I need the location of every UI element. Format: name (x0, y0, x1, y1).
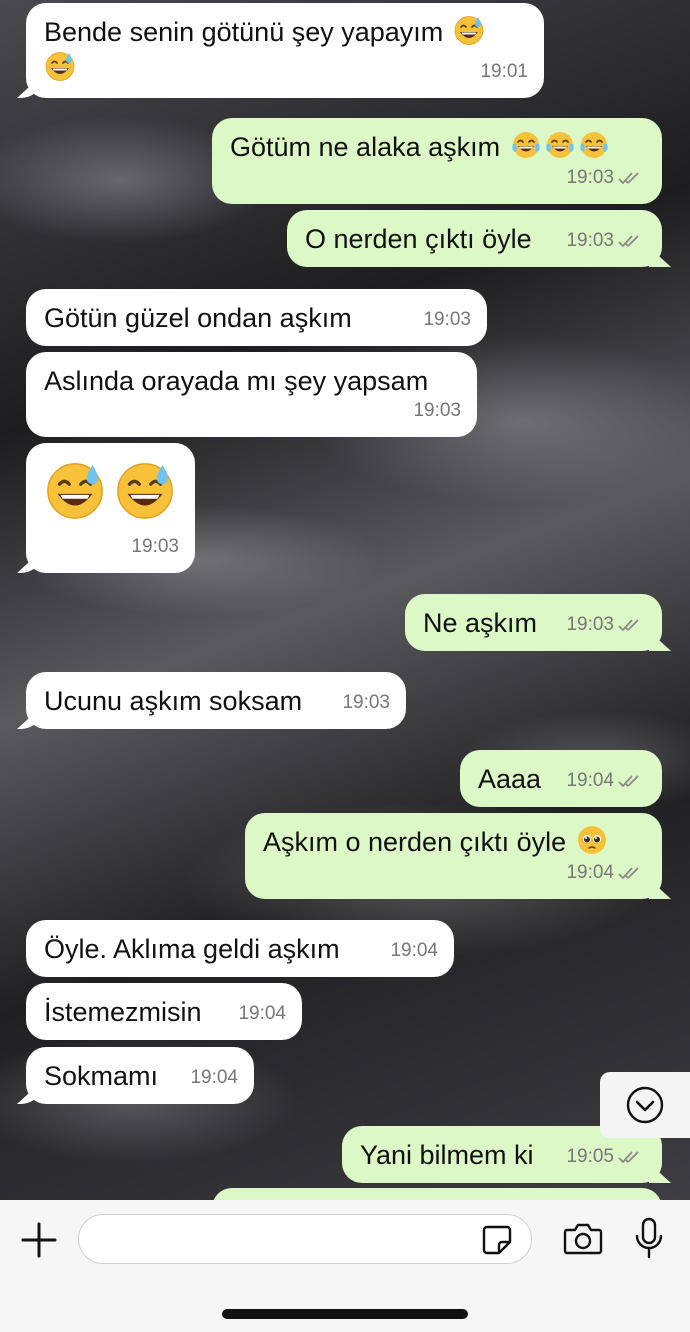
read-ticks-icon (618, 617, 646, 633)
message-time: 19:03 (423, 309, 471, 330)
message-time: 19:03 (566, 614, 614, 635)
message-time: 19:04 (238, 1003, 286, 1024)
message-outgoing[interactable]: O nerden çıktı öyle 19:03 (287, 210, 662, 267)
message-outgoing[interactable]: Ne aşkım 19:03 (405, 594, 662, 651)
plus-icon[interactable] (20, 1221, 58, 1259)
message-incoming[interactable]: Aslında orayada mı şey yapsam 19:03 (26, 352, 477, 437)
message-time: 19:03 (342, 692, 390, 713)
message-time: 19:03 (131, 536, 179, 557)
message-incoming[interactable]: Ucunu aşkım soksam 19:03 (26, 672, 406, 729)
message-text: Aşkım o nerden çıktı öyle (263, 827, 567, 857)
grinning-sweat-face-icon (44, 50, 76, 82)
message-input[interactable] (78, 1214, 532, 1264)
message-time: 19:04 (190, 1067, 238, 1088)
message-time: 19:04 (566, 862, 614, 883)
tears-of-joy-face-icon (510, 129, 542, 161)
scroll-to-bottom-button[interactable] (600, 1072, 690, 1138)
message-time: 19:03 (566, 167, 614, 188)
message-incoming[interactable]: Bende senin götünü şey yapayım 19:01 (26, 3, 544, 98)
message-outgoing[interactable]: Götüm ne alaka aşkım 19:03 (212, 118, 662, 204)
message-text: Öyle. Aklıma geldi aşkım (44, 934, 340, 964)
tears-of-joy-face-icon (544, 129, 576, 161)
message-incoming[interactable]: Sokmamı 19:04 (26, 1047, 254, 1104)
read-ticks-icon (618, 773, 646, 789)
message-text: Götüm ne alaka aşkım (230, 132, 501, 162)
message-incoming[interactable]: 19:03 (26, 443, 195, 573)
message-time: 19:01 (480, 61, 528, 82)
read-ticks-icon (618, 865, 646, 881)
tears-of-joy-face-icon (578, 129, 610, 161)
chevron-down-circle-icon (626, 1086, 664, 1124)
message-text: Götün güzel ondan aşkım (44, 303, 352, 333)
message-time: 19:05 (566, 1146, 614, 1167)
message-text: Ucunu aşkım soksam (44, 686, 303, 716)
home-indicator (222, 1309, 468, 1319)
read-ticks-icon (618, 1149, 646, 1165)
grinning-sweat-face-icon (453, 14, 485, 46)
microphone-icon[interactable] (634, 1217, 664, 1259)
message-time: 19:04 (390, 940, 438, 961)
read-ticks-icon (618, 233, 646, 249)
message-outgoing[interactable]: Aaaa 19:04 (460, 750, 662, 807)
message-text: Aslında orayada mı şey yapsam (44, 366, 429, 396)
message-incoming[interactable]: Götün güzel ondan aşkım 19:03 (26, 289, 487, 346)
sticker-icon[interactable] (481, 1224, 513, 1256)
message-incoming[interactable]: Öyle. Aklıma geldi aşkım 19:04 (26, 920, 454, 977)
message-time: 19:03 (566, 230, 614, 251)
message-time: 19:03 (413, 400, 461, 421)
pleading-face-icon (576, 824, 608, 856)
grinning-sweat-face-icon (44, 459, 106, 521)
grinning-sweat-face-icon (114, 459, 176, 521)
message-time: 19:04 (566, 770, 614, 791)
read-ticks-icon (618, 170, 646, 186)
message-outgoing[interactable]: Aşkım o nerden çıktı öyle 19:04 (245, 813, 662, 899)
message-text: Bende senin götünü şey yapayım (44, 17, 444, 47)
message-incoming[interactable]: İstemezmisin 19:04 (26, 983, 302, 1040)
camera-icon[interactable] (563, 1221, 603, 1255)
